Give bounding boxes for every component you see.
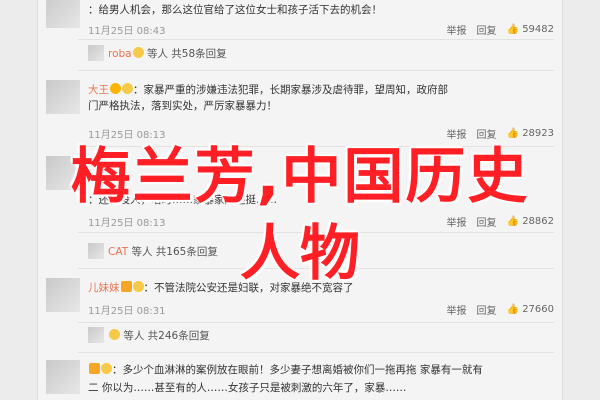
divider [78,70,554,71]
like-button[interactable]: 👍 27660 [507,304,554,315]
comment-text: ：家暴严重的涉嫌违法犯罪，长期家暴涉及虐待罪，望周知，政府部 [133,84,448,96]
thumbs-up-icon: 👍 [506,304,519,315]
reply-link[interactable]: 回复 [477,302,497,317]
comment-timestamp: 11月25日 08:43 [88,26,166,37]
comment-text: ：给男人机会，那么这位官给了这位女士和孩子活下去的机会！ [88,4,382,16]
thumbs-up-icon: 👍 [506,24,519,35]
avatar[interactable] [46,80,80,114]
report-link[interactable]: 举报 [447,302,467,317]
emoji-icon [122,83,133,94]
username[interactable]: roba [108,48,132,60]
reply-count-text[interactable]: 等人 共58条回复 [147,48,227,60]
comment-item: ：给男人机会，那么这位官给了这位女士和孩子活下去的机会！ 11月25日 08:4… [38,0,562,40]
like-button[interactable]: 👍 59482 [507,24,554,35]
comment-item: ：多少个血淋淋的案例放在眼前！多少妻子想离婚被你们一拖再拖 家暴有一就有 二 你… [38,356,562,400]
like-count: 27660 [522,304,554,315]
avatar[interactable] [46,360,80,394]
comment-timestamp: 11月25日 08:31 [88,306,166,317]
report-link[interactable]: 举报 [447,22,467,37]
reply-summary[interactable]: roba 等人 共58条回复 [38,45,562,66]
emoji-icon [109,329,120,340]
overlay-title-line2: 人物 [240,219,360,289]
divider [78,352,554,353]
comment-text: ：多少个血淋淋的案例放在眼前！多少妻子想离婚被你们一拖再拖 家暴有一就有 [112,364,483,376]
comment-text-continued: 门严格执法，落到实处，严厉家暴暴力！ [88,100,277,112]
emoji-icon [132,47,144,58]
avatar[interactable] [46,0,80,28]
divider [78,39,554,40]
username[interactable]: 大王 [88,84,109,96]
overlay-title: 梅兰芳,中国历史 [70,142,530,212]
comment-item: 大王 ：家暴严重的涉嫌违法犯罪，长期家暴涉及虐待罪，望周知，政府部 门严格执法，落… [38,76,562,141]
avatar[interactable] [88,45,104,61]
avatar[interactable] [88,327,104,343]
reply-summary[interactable]: 等人 共246条回复 [38,327,562,348]
reply-link[interactable]: 回复 [477,22,497,37]
like-count: 59482 [522,24,554,35]
comment-actions: 举报 回复 👍 59482 [447,22,554,37]
divider [78,322,554,323]
comment-text-continued: 二 你以为……甚至有的人……女孩子只是被刺激的六年了，家暴…… [88,382,407,394]
reply-count-text[interactable]: 等人 共246条回复 [123,330,209,342]
verified-icon [110,83,121,94]
comment-actions: 举报 回复 👍 27660 [447,302,554,317]
emoji-icon [101,363,112,374]
member-badge-icon [89,363,100,374]
